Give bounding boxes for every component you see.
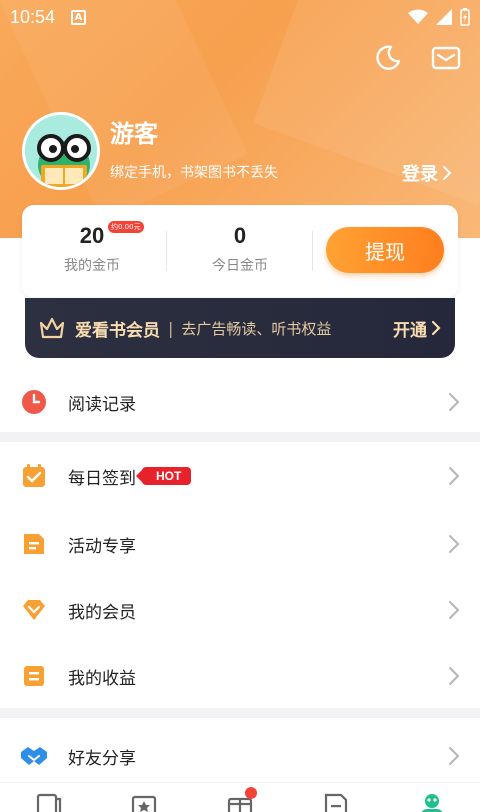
chevron-right-icon <box>449 601 460 619</box>
menu-label: 阅读记录 <box>68 394 136 415</box>
ranking-icon[interactable] <box>129 791 159 812</box>
gift-icon[interactable] <box>225 787 257 812</box>
header-actions <box>372 42 462 74</box>
vip-title: 爱看书会员 <box>75 320 160 341</box>
avatar[interactable] <box>22 112 100 190</box>
vip-banner[interactable]: 爱看书会员 | 去广告畅读、听书权益 开通 <box>25 298 455 358</box>
status-bar: 10:54 A <box>0 0 480 34</box>
login-label: 登录 <box>402 164 438 185</box>
clock-icon <box>20 388 48 416</box>
section-divider <box>0 708 480 718</box>
mail-icon[interactable] <box>430 42 462 74</box>
chevron-right-icon <box>449 393 460 411</box>
chevron-right-icon <box>449 667 460 685</box>
menu-item-activities[interactable]: 活动专享 <box>0 514 480 574</box>
vip-open-button[interactable]: 开通 <box>393 316 441 341</box>
chevron-right-icon <box>449 535 460 553</box>
menu-item-reading-history[interactable]: 阅读记录 <box>0 372 480 432</box>
vip-open-label: 开通 <box>393 320 427 341</box>
user-name: 游客 <box>110 120 158 148</box>
divider <box>312 231 313 271</box>
menu-item-my-membership[interactable]: 我的会员 <box>0 580 480 640</box>
menu-label: 好友分享 <box>68 748 136 769</box>
today-coins[interactable]: 0 今日金币 <box>180 223 300 275</box>
category-icon[interactable] <box>321 791 351 812</box>
chevron-right-icon <box>449 747 460 765</box>
divider <box>166 231 167 271</box>
handshake-icon <box>20 742 48 770</box>
chevron-right-icon <box>449 467 460 485</box>
notification-dot <box>245 787 257 799</box>
coin-value-badge: 约0.00元 <box>108 221 144 233</box>
bottom-tab-bar <box>0 782 480 812</box>
bind-phone-hint[interactable]: 绑定手机，书架图书不丢失 <box>110 162 278 182</box>
app-notification-icon: A <box>71 9 87 25</box>
today-coins-label: 今日金币 <box>212 258 268 274</box>
earnings-icon <box>20 662 48 690</box>
menu-item-daily-checkin[interactable]: 每日签到 HOT <box>0 446 480 506</box>
chevron-right-icon <box>443 166 452 180</box>
menu-label: 每日签到 <box>68 468 136 489</box>
today-coins-value: 0 <box>233 223 247 248</box>
withdraw-button[interactable]: 提现 <box>326 227 444 273</box>
menu-label: 活动专享 <box>68 536 136 557</box>
menu-item-share-friends[interactable]: 好友分享 <box>0 726 480 786</box>
chevron-right-icon <box>431 320 441 336</box>
coin-card: 20 我的金币 约0.00元 0 今日金币 提现 <box>22 205 458 297</box>
profile-icon[interactable] <box>417 791 447 812</box>
moon-icon[interactable] <box>372 42 404 74</box>
battery-icon <box>460 8 470 26</box>
vip-description: 去广告畅读、听书权益 <box>181 319 332 338</box>
calendar-check-icon <box>20 462 48 490</box>
status-time: 10:54 <box>10 6 56 27</box>
section-divider <box>0 432 480 442</box>
signal-icon <box>436 9 452 25</box>
menu-label: 我的会员 <box>68 602 136 623</box>
vip-separator: | <box>168 318 174 338</box>
hot-badge: HOT <box>142 467 192 485</box>
document-icon <box>20 530 48 558</box>
menu-label: 我的收益 <box>68 668 136 689</box>
login-link[interactable]: 登录 <box>402 160 452 186</box>
crown-icon <box>39 317 65 339</box>
menu-item-my-earnings[interactable]: 我的收益 <box>0 646 480 706</box>
my-coins-label: 我的金币 <box>64 258 120 274</box>
bookshelf-icon[interactable] <box>33 791 63 812</box>
wifi-icon <box>408 9 428 24</box>
diamond-icon <box>20 596 48 624</box>
